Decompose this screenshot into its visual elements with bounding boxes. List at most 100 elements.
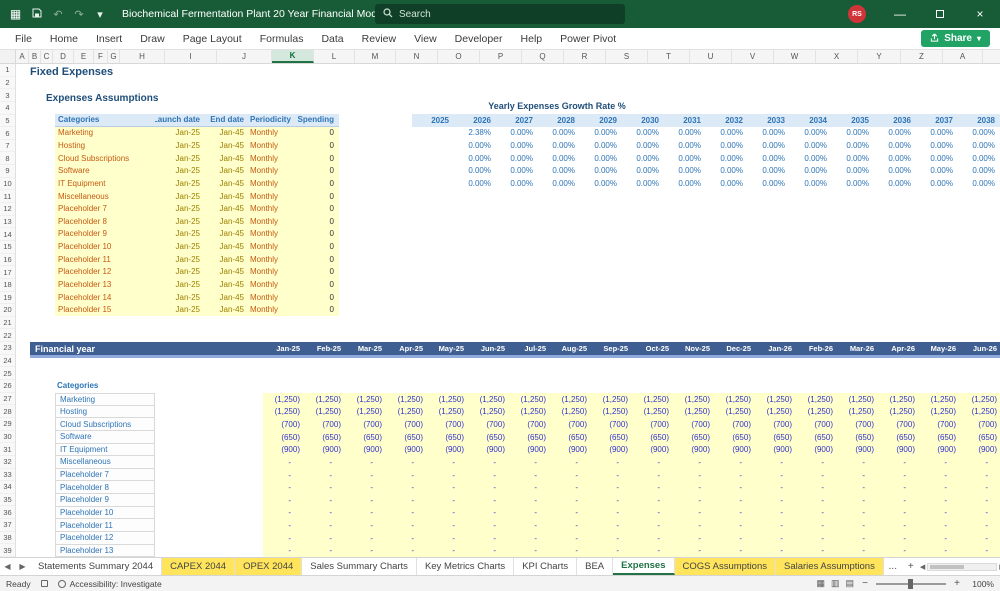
- row-header-3[interactable]: 3: [0, 89, 15, 102]
- cell[interactable]: Placeholder 12: [55, 531, 155, 545]
- cell[interactable]: Jan-25: [155, 253, 203, 266]
- cell[interactable]: 0.00%: [916, 152, 958, 165]
- cell[interactable]: -: [509, 456, 550, 469]
- cell[interactable]: -: [386, 519, 427, 532]
- column-header-Y[interactable]: Y: [858, 50, 901, 63]
- cell[interactable]: -: [345, 545, 386, 558]
- maximize-button[interactable]: [920, 0, 960, 28]
- sheet-tab-cogs-assumptions[interactable]: COGS Assumptions: [674, 558, 776, 575]
- cell[interactable]: [412, 139, 454, 152]
- cell[interactable]: -: [509, 519, 550, 532]
- cell[interactable]: 0.00%: [874, 152, 916, 165]
- cell[interactable]: Monthly: [247, 228, 295, 241]
- column-header-O[interactable]: O: [438, 50, 480, 63]
- cell[interactable]: 0.00%: [916, 139, 958, 152]
- row-header-28[interactable]: 28: [0, 405, 15, 418]
- cell[interactable]: Monthly: [247, 177, 295, 190]
- sheet-tab-sales-summary-charts[interactable]: Sales Summary Charts: [302, 558, 417, 575]
- cell[interactable]: Cloud Subscriptions: [55, 152, 155, 165]
- cell[interactable]: -: [673, 545, 714, 558]
- cell[interactable]: 0.00%: [748, 165, 790, 178]
- cell[interactable]: Jan-25: [155, 228, 203, 241]
- ribbon-tab-view[interactable]: View: [405, 28, 446, 49]
- cell[interactable]: -: [632, 469, 673, 482]
- column-header-Q[interactable]: Q: [522, 50, 564, 63]
- cell[interactable]: (700): [632, 418, 673, 431]
- cell[interactable]: (900): [304, 444, 345, 457]
- page-layout-view-icon[interactable]: ▥: [831, 578, 840, 589]
- select-all-corner[interactable]: [0, 50, 16, 63]
- cell[interactable]: -: [960, 469, 1000, 482]
- cell[interactable]: -: [345, 507, 386, 520]
- row-header-34[interactable]: 34: [0, 481, 15, 494]
- cell[interactable]: (1,250): [345, 406, 386, 419]
- ribbon-tab-help[interactable]: Help: [512, 28, 552, 49]
- zoom-slider-thumb[interactable]: [908, 578, 913, 589]
- cell[interactable]: Placeholder 8: [55, 215, 155, 228]
- column-header-B[interactable]: B: [29, 50, 41, 63]
- cell[interactable]: -: [468, 456, 509, 469]
- row-header-22[interactable]: 22: [0, 329, 15, 343]
- cell[interactable]: -: [673, 507, 714, 520]
- ribbon-tab-formulas[interactable]: Formulas: [251, 28, 313, 49]
- cell[interactable]: 0.00%: [580, 127, 622, 140]
- row-header-1[interactable]: 1: [0, 64, 15, 77]
- cell[interactable]: -: [550, 545, 591, 558]
- cell[interactable]: 0.00%: [664, 127, 706, 140]
- cell[interactable]: -: [427, 481, 468, 494]
- cell[interactable]: 0: [295, 202, 337, 215]
- column-header-A[interactable]: A: [16, 50, 29, 63]
- cell[interactable]: -: [714, 456, 755, 469]
- cell[interactable]: -: [755, 507, 796, 520]
- more-sheets-button[interactable]: ...: [884, 558, 902, 575]
- cell[interactable]: -: [386, 456, 427, 469]
- row-header-26[interactable]: 26: [0, 380, 15, 393]
- row-header-27[interactable]: 27: [0, 393, 15, 406]
- row-header-13[interactable]: 13: [0, 216, 15, 229]
- cell[interactable]: -: [345, 519, 386, 532]
- cell[interactable]: (1,250): [550, 406, 591, 419]
- cell[interactable]: -: [591, 545, 632, 558]
- cell[interactable]: (1,250): [427, 406, 468, 419]
- cell[interactable]: -: [427, 519, 468, 532]
- cell[interactable]: (650): [468, 431, 509, 444]
- cell[interactable]: -: [468, 469, 509, 482]
- cell[interactable]: Jan-25: [155, 139, 203, 152]
- cell[interactable]: -: [386, 507, 427, 520]
- cell[interactable]: -: [714, 532, 755, 545]
- cell[interactable]: -: [632, 456, 673, 469]
- cell[interactable]: Jan-45: [203, 266, 247, 279]
- cell[interactable]: -: [263, 507, 304, 520]
- cell[interactable]: -: [427, 456, 468, 469]
- cell[interactable]: -: [837, 532, 878, 545]
- cell[interactable]: [412, 127, 454, 140]
- cell[interactable]: -: [673, 481, 714, 494]
- cell[interactable]: Monthly: [247, 165, 295, 178]
- grid-area[interactable]: Fixed Expenses Expenses Assumptions Cate…: [16, 64, 1000, 557]
- row-header-25[interactable]: 25: [0, 367, 15, 381]
- cell[interactable]: (650): [673, 431, 714, 444]
- cell[interactable]: -: [386, 545, 427, 558]
- customize-toolbar-chevron-icon[interactable]: ▾: [93, 8, 107, 21]
- cell[interactable]: 0.00%: [832, 165, 874, 178]
- cell[interactable]: -: [550, 507, 591, 520]
- ribbon-tab-data[interactable]: Data: [312, 28, 352, 49]
- cell[interactable]: (650): [796, 431, 837, 444]
- cell[interactable]: Jan-25: [155, 190, 203, 203]
- cell[interactable]: (650): [837, 431, 878, 444]
- accessibility-status[interactable]: Accessibility: Investigate: [57, 579, 162, 589]
- cell[interactable]: Cloud Subscriptions: [55, 418, 155, 431]
- cell[interactable]: 0.00%: [790, 165, 832, 178]
- cell[interactable]: -: [960, 481, 1000, 494]
- cell[interactable]: 0.00%: [958, 177, 1000, 190]
- cell[interactable]: Placeholder 13: [55, 278, 155, 291]
- macro-record-button[interactable]: [40, 580, 48, 587]
- cell[interactable]: (900): [919, 444, 960, 457]
- cell[interactable]: 0.00%: [496, 127, 538, 140]
- row-header-15[interactable]: 15: [0, 241, 15, 254]
- cell[interactable]: 0.00%: [538, 127, 580, 140]
- cell[interactable]: [412, 177, 454, 190]
- cell[interactable]: Software: [55, 430, 155, 444]
- cell[interactable]: -: [960, 507, 1000, 520]
- cell[interactable]: 0.00%: [748, 177, 790, 190]
